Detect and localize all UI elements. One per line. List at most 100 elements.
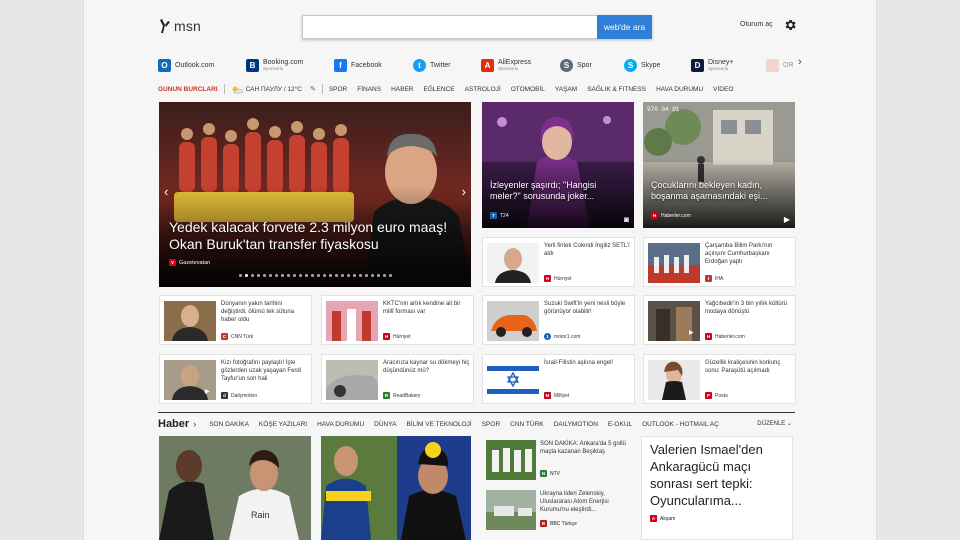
weather-widget[interactable]: САН ПАУЛУ / 12°C ✎ <box>231 85 316 94</box>
shortcut-label: Booking.com Sponsorlu <box>263 59 304 71</box>
section-link[interactable]: CNN TÜRK <box>510 421 543 428</box>
news-card[interactable]: Yerli fintek Colendi İngiliz SETL'i aldı… <box>482 237 635 287</box>
carousel-dot[interactable] <box>269 274 272 277</box>
feature-text-card[interactable]: Valerien Ismael'den Ankaragücü maçı sonr… <box>641 436 793 540</box>
news-card[interactable]: KKTC'nin artık kendine ait bir millî for… <box>321 295 474 345</box>
shortcut-facebook[interactable]: f Facebook <box>334 56 382 74</box>
shortcut-sports[interactable]: S Spor <box>560 56 592 74</box>
news-card[interactable]: ▶ Kızı fotoğrafını paylaştı! İşte gözler… <box>159 354 312 404</box>
carousel-dot[interactable] <box>383 274 386 277</box>
carousel-dot[interactable] <box>359 274 362 277</box>
carousel-dot[interactable] <box>365 274 368 277</box>
carousel-dot[interactable] <box>371 274 374 277</box>
search-button[interactable]: web'de ara <box>597 15 652 39</box>
tile-cctv[interactable]: 970 04 01 Çocuklarını bekleyen kadın, bo… <box>643 102 795 228</box>
pencil-icon[interactable]: ✎ <box>310 85 316 93</box>
nav-spor[interactable]: SPOR <box>329 86 347 93</box>
nav-video[interactable]: VİDEO <box>713 86 733 93</box>
carousel-dot[interactable] <box>389 274 392 277</box>
news-card[interactable]: İsrail-Filistin aşkına engel! M Milliyet <box>482 354 635 404</box>
section-link[interactable]: SON DAKİKA <box>209 421 249 428</box>
card-thumbnail <box>321 436 471 540</box>
shortcut-twitter[interactable]: t Twitter <box>413 56 451 74</box>
carousel-dot[interactable] <box>329 274 332 277</box>
nav-zodiac[interactable]: GUNUN BURCLARI <box>158 86 218 93</box>
news-card[interactable]: SON DAKİKA: Ankara'da 5 gollü maçta kaza… <box>482 436 634 486</box>
carousel-dot[interactable] <box>245 274 248 277</box>
ntv-logo-icon: N <box>540 470 547 477</box>
carousel-dot[interactable] <box>353 274 356 277</box>
section-link[interactable]: DÜNYA <box>374 421 396 428</box>
news-image-card[interactable]: Rain <box>159 436 311 540</box>
carousel-dot[interactable] <box>341 274 344 277</box>
card-source: H Hürriyet <box>383 333 411 340</box>
shortcut-disney[interactable]: D Disney+ Sponsorlu <box>691 56 733 74</box>
edit-section-button[interactable]: DÜZENLE ⌄ <box>757 420 792 427</box>
nav-hava-durumu[interactable]: HAVA DURUMU <box>656 86 703 93</box>
carousel-dot[interactable] <box>317 274 320 277</box>
carousel-prev-arrow-icon[interactable]: ‹ <box>164 184 168 199</box>
card-headline: Yağcıbedir'in 3 bin yıllık kültürü moday… <box>705 301 788 315</box>
shortcut-skype[interactable]: S Skype <box>624 56 660 74</box>
shortcut-booking[interactable]: B Booking.com Sponsorlu <box>246 56 303 74</box>
chevron-right-icon[interactable]: › <box>193 419 196 429</box>
nav-eglence[interactable]: EĞLENCE <box>424 86 455 93</box>
hero-carousel[interactable]: ‹ › Yedek kalacak forvete 2.3 milyon eur… <box>159 102 471 287</box>
carousel-dot[interactable] <box>287 274 290 277</box>
carousel-dot[interactable] <box>299 274 302 277</box>
carousel-dot[interactable] <box>311 274 314 277</box>
gazetevatan-logo-icon: V <box>169 259 176 266</box>
carousel-dot[interactable] <box>239 274 242 277</box>
section-divider <box>158 412 795 413</box>
news-card[interactable]: ▶ Yağcıbedir'in 3 bin yıllık kültürü mod… <box>643 295 796 345</box>
carousel-dot[interactable] <box>347 274 350 277</box>
nav-astroloji[interactable]: ASTROLOJİ <box>465 86 501 93</box>
search-input[interactable] <box>302 15 597 39</box>
tile-talkshow[interactable]: İzleyenler şaşırdı; "Hangisi meler?" sor… <box>482 102 634 228</box>
carousel-dot[interactable] <box>263 274 266 277</box>
carousel-dot[interactable] <box>377 274 380 277</box>
section-link[interactable]: E-OKUL <box>608 421 632 428</box>
card-source-name: Dailymotion <box>231 392 258 399</box>
carousel-dot[interactable] <box>323 274 326 277</box>
sign-in-link[interactable]: Oturum aç <box>740 21 773 28</box>
news-card[interactable]: Aracınıza kaynar su dökmeyi hiç düşündün… <box>321 354 474 404</box>
news-card[interactable]: Çarşamba Bilim Parkı'nın açılışını Cumhu… <box>643 237 796 287</box>
section-link[interactable]: HAVA DURUMU <box>317 421 364 428</box>
carousel-dot[interactable] <box>305 274 308 277</box>
section-link[interactable]: KÖŞE YAZILARI <box>259 421 307 428</box>
news-card[interactable]: Güzellik kraliçesinin korkunç sonu: Para… <box>643 354 796 404</box>
section-link[interactable]: DAILYMOTION <box>554 421 598 428</box>
haberler-logo-icon: H <box>705 333 712 340</box>
hero-source[interactable]: V Gazetevatan <box>169 259 210 266</box>
carousel-dot[interactable] <box>335 274 338 277</box>
nav-finans[interactable]: FİNANS <box>357 86 381 93</box>
svg-text:Rain: Rain <box>251 510 270 520</box>
shortcut-outlook[interactable]: O Outlook.com <box>158 56 214 74</box>
news-card[interactable]: Ukrayna lideri Zelenskiy, Uluslararası A… <box>482 486 634 540</box>
section-link[interactable]: SPOR <box>482 421 500 428</box>
news-card[interactable]: Suzuki Swift'in yeni nesli böyle görünüy… <box>482 295 635 345</box>
carousel-dot[interactable] <box>293 274 296 277</box>
carousel-next-arrow-icon[interactable]: › <box>462 184 466 199</box>
msn-logo[interactable]: msn <box>159 18 201 34</box>
nav-yasam[interactable]: YAŞAM <box>555 86 577 93</box>
hero-headline[interactable]: Yedek kalacak forvete 2.3 milyon euro ma… <box>169 219 459 253</box>
news-card[interactable]: Dünyanın yakın tarihini değiştirdi, ölüm… <box>159 295 312 345</box>
gear-icon[interactable] <box>783 18 797 32</box>
section-title[interactable]: Haber <box>158 418 189 430</box>
section-link[interactable]: OUTLOOK - HOTMAIL AÇ <box>642 421 719 428</box>
shortcut-faded[interactable]: OR <box>766 56 794 74</box>
nav-otomobil[interactable]: OTOMOBİL <box>511 86 545 93</box>
news-image-card[interactable] <box>321 436 471 540</box>
nav-saglik[interactable]: SAĞLIK & FITNESS <box>587 86 646 93</box>
carousel-dot[interactable] <box>251 274 254 277</box>
carousel-dot[interactable] <box>281 274 284 277</box>
nav-haber[interactable]: HABER <box>391 86 413 93</box>
twitter-icon: t <box>413 58 426 72</box>
shortcut-aliexpress[interactable]: A AliExpress Sponsorlu <box>481 56 531 74</box>
carousel-dot[interactable] <box>257 274 260 277</box>
section-link[interactable]: BİLİM VE TEKNOLOJİ <box>406 421 471 428</box>
shortcut-next-arrow-icon[interactable]: › <box>798 56 802 68</box>
carousel-dot[interactable] <box>275 274 278 277</box>
